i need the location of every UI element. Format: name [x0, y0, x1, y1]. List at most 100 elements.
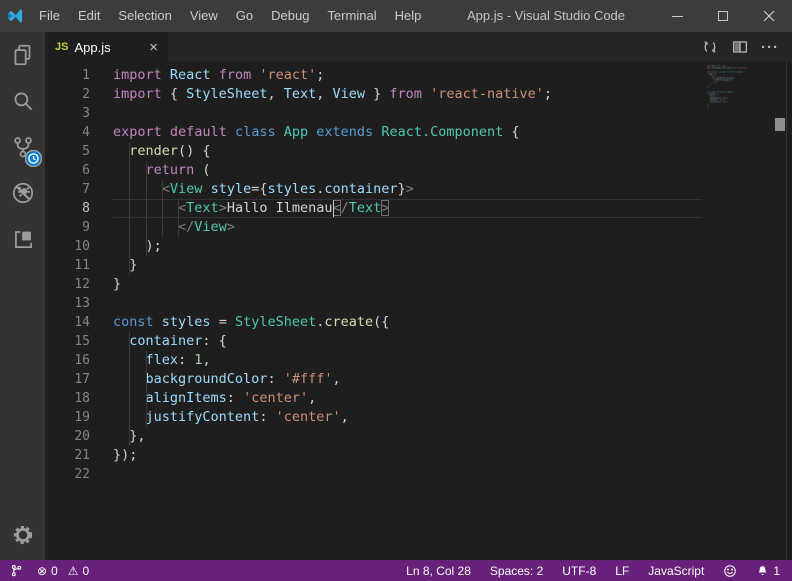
code-line[interactable]: return (: [707, 75, 763, 77]
code-line[interactable]: import React from 'react';: [707, 65, 763, 67]
problems-indicator[interactable]: ⊗ 0 ⚠ 0: [37, 564, 89, 578]
code-line[interactable]: [707, 69, 763, 71]
maximize-button[interactable]: [700, 0, 746, 32]
code-line[interactable]: <Text>Hallo Ilmenau</Text>: [113, 199, 552, 218]
menu-edit[interactable]: Edit: [69, 0, 109, 32]
open-changes-icon[interactable]: [696, 32, 724, 62]
code-line[interactable]: import React from 'react';: [113, 66, 552, 85]
menu-view[interactable]: View: [181, 0, 227, 32]
code-line[interactable]: );: [707, 83, 763, 85]
source-control-icon[interactable]: [0, 124, 45, 170]
status-eol[interactable]: LF: [615, 564, 629, 578]
code-line[interactable]: [707, 107, 763, 109]
explorer-icon[interactable]: [0, 32, 45, 78]
status-right: Ln 8, Col 28 Spaces: 2 UTF-8 LF JavaScript 1: [406, 564, 792, 578]
code-line[interactable]: container: {: [113, 332, 552, 351]
notification-count: 1: [773, 564, 780, 578]
code-line[interactable]: [113, 294, 552, 313]
status-cursor-position[interactable]: Ln 8, Col 28: [406, 564, 471, 578]
code-line[interactable]: [113, 465, 552, 484]
window-title: App.js - Visual Studio Code: [467, 0, 625, 32]
indent-guide: [162, 180, 163, 199]
status-language-mode[interactable]: JavaScript: [648, 564, 704, 578]
code-line[interactable]: flex: 1,: [113, 351, 552, 370]
code-line[interactable]: justifyContent: 'center',: [113, 408, 552, 427]
code-line[interactable]: return (: [113, 161, 552, 180]
split-editor-icon[interactable]: [726, 32, 754, 62]
code-line[interactable]: import { StyleSheet, Text, View } from '…: [113, 85, 552, 104]
indent-guide: [129, 237, 130, 256]
line-number: 4: [45, 123, 113, 142]
code-line[interactable]: </View>: [113, 218, 552, 237]
notifications-bell[interactable]: 1: [756, 564, 780, 578]
line-number: 16: [45, 351, 113, 370]
more-actions-icon[interactable]: ···: [756, 32, 784, 62]
line-number: 2: [45, 85, 113, 104]
code-line[interactable]: }: [113, 256, 552, 275]
code-line[interactable]: });: [707, 105, 763, 107]
code-line[interactable]: </View>: [707, 81, 763, 83]
minimize-button[interactable]: [654, 0, 700, 32]
code-line[interactable]: const styles = StyleSheet.create({: [707, 91, 763, 93]
line-number: 3: [45, 104, 113, 123]
code-line[interactable]: <Text>Hallo Ilmenau</Text>: [707, 79, 763, 81]
code-line[interactable]: alignItems: 'center',: [113, 389, 552, 408]
indent-guide: [129, 351, 130, 370]
line-number: 13: [45, 294, 113, 313]
code-line[interactable]: container: {: [707, 93, 763, 95]
indent-guide: [146, 408, 147, 427]
indent-guide: [129, 370, 130, 389]
extensions-icon[interactable]: [0, 216, 45, 262]
search-icon[interactable]: [0, 78, 45, 124]
code-area[interactable]: import React from 'react';import { Style…: [707, 65, 763, 109]
code-line[interactable]: import { StyleSheet, Text, View } from '…: [707, 67, 763, 69]
menu-terminal[interactable]: Terminal: [318, 0, 385, 32]
code-line[interactable]: justifyContent: 'center',: [707, 101, 763, 103]
menu-selection[interactable]: Selection: [109, 0, 180, 32]
indent-guide: [129, 389, 130, 408]
indent-guide: [162, 218, 163, 237]
menu-debug[interactable]: Debug: [262, 0, 318, 32]
git-branch-icon[interactable]: [10, 563, 23, 578]
code-line[interactable]: flex: 1,: [707, 95, 763, 97]
tab-appjs[interactable]: JS App.js ×: [45, 32, 168, 62]
close-button[interactable]: [746, 0, 792, 32]
menu-help[interactable]: Help: [386, 0, 431, 32]
code-line[interactable]: <View style={styles.container}>: [707, 77, 763, 79]
code-line[interactable]: );: [113, 237, 552, 256]
code-line[interactable]: const styles = StyleSheet.create({: [113, 313, 552, 332]
overview-cursor-marker: [775, 118, 785, 131]
code-line[interactable]: render() {: [113, 142, 552, 161]
code-line[interactable]: [707, 89, 763, 91]
status-indentation[interactable]: Spaces: 2: [490, 564, 543, 578]
code-line[interactable]: alignItems: 'center',: [707, 99, 763, 101]
title-bar: FileEditSelectionViewGoDebugTerminalHelp…: [0, 0, 792, 32]
tab-close-icon[interactable]: ×: [149, 40, 158, 55]
maximize-icon: [718, 11, 728, 21]
code-line[interactable]: },: [113, 427, 552, 446]
editor-pane[interactable]: 12345678910111213141516171819202122 impo…: [45, 62, 792, 560]
code-line[interactable]: });: [113, 446, 552, 465]
code-line[interactable]: <View style={styles.container}>: [113, 180, 552, 199]
code-line[interactable]: render() {: [707, 73, 763, 75]
code-line[interactable]: }: [113, 275, 552, 294]
indent-guide: [178, 218, 179, 237]
menu-file[interactable]: File: [30, 0, 69, 32]
code-line[interactable]: backgroundColor: '#fff',: [707, 97, 763, 99]
indent-guide: [146, 180, 147, 199]
status-encoding[interactable]: UTF-8: [562, 564, 596, 578]
code-line[interactable]: export default class App extends React.C…: [707, 71, 763, 73]
menu-go[interactable]: Go: [227, 0, 262, 32]
code-line[interactable]: },: [707, 103, 763, 105]
code-line[interactable]: [113, 104, 552, 123]
code-line[interactable]: }: [707, 87, 763, 89]
line-number: 6: [45, 161, 113, 180]
bell-icon: [756, 564, 769, 578]
code-line[interactable]: }: [707, 85, 763, 87]
settings-gear-icon[interactable]: [0, 512, 45, 558]
debug-icon[interactable]: [0, 170, 45, 216]
code-line[interactable]: backgroundColor: '#fff',: [113, 370, 552, 389]
code-area[interactable]: import React from 'react';import { Style…: [113, 66, 552, 484]
code-line[interactable]: export default class App extends React.C…: [113, 123, 552, 142]
feedback-smiley-icon[interactable]: [723, 564, 737, 578]
